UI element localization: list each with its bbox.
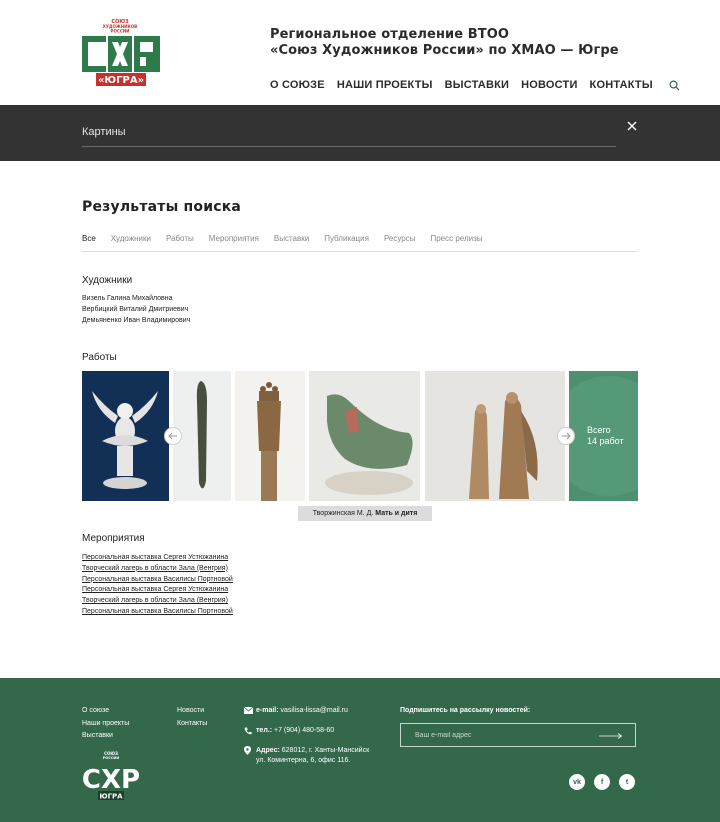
works-total-label: Всего xyxy=(587,425,611,435)
event-link[interactable]: Творческий лагерь в области Зала (Венгри… xyxy=(82,596,233,607)
mail-icon xyxy=(243,706,256,716)
arrow-left-icon xyxy=(168,432,177,440)
svg-text:ЮГРА: ЮГРА xyxy=(99,793,123,801)
phone-icon xyxy=(244,727,256,737)
result-tabs: Все Художники Работы Мероприятия Выставк… xyxy=(82,233,637,252)
events-list: Персональная выставка Сергея Устюжанина … xyxy=(82,553,233,618)
event-link[interactable]: Персональная выставка Сергея Устюжанина xyxy=(82,553,233,564)
arrow-right-icon[interactable] xyxy=(599,733,623,739)
svg-text:СХР: СХР xyxy=(82,765,140,795)
nav-projects[interactable]: НАШИ ПРОЕКТЫ xyxy=(337,79,433,91)
footer-link-about[interactable]: О союзе xyxy=(82,705,129,718)
twitter-icon[interactable]: t xyxy=(619,774,635,790)
page-title: Результаты поиска xyxy=(82,199,242,215)
arrow-right-icon xyxy=(562,432,571,440)
facebook-icon[interactable]: f xyxy=(594,774,610,790)
search-icon[interactable] xyxy=(669,79,680,91)
footer-link-contacts[interactable]: Контакты xyxy=(177,718,207,731)
carousel-prev-button[interactable] xyxy=(164,427,182,445)
tab-works[interactable]: Работы xyxy=(166,233,194,251)
tab-publications[interactable]: Публикация xyxy=(324,233,369,251)
facebook-label: f xyxy=(600,778,604,786)
footer-link-exhibitions[interactable]: Выставки xyxy=(82,730,129,743)
search-input[interactable] xyxy=(82,117,616,147)
tab-events[interactable]: Мероприятия xyxy=(209,233,259,251)
svg-text:«ЮГРА»: «ЮГРА» xyxy=(98,75,144,86)
vk-icon[interactable]: vk xyxy=(569,774,585,790)
work-caption-author: Творжинская М. Д. xyxy=(312,510,374,517)
close-icon[interactable] xyxy=(626,120,638,132)
nav-news[interactable]: НОВОСТИ xyxy=(521,79,577,91)
footer-nav-col2: Новости Контакты xyxy=(177,705,207,730)
work-caption-title: Мать и дитя xyxy=(375,510,418,517)
footer-phone: тел.: +7 (904) 480-58-60 xyxy=(244,727,334,737)
carousel-next-button[interactable] xyxy=(557,427,575,445)
footer-email: e-mail: vasilisa-lissa@mail.ru xyxy=(243,706,348,716)
tab-exhibitions[interactable]: Выставки xyxy=(274,233,309,251)
phone-label: тел.: xyxy=(256,727,273,734)
address-line1: 628012, г. Ханты-Мансийск xyxy=(281,747,370,754)
site-header: СОЮЗ ХУДОЖНИКОВ РОССИИ «ЮГРА» Региональн… xyxy=(0,0,720,105)
work-thumb[interactable] xyxy=(235,371,305,501)
work-thumb[interactable] xyxy=(82,371,169,501)
footer-link-news[interactable]: Новости xyxy=(177,705,207,718)
subscribe-form xyxy=(400,723,636,747)
tab-artists[interactable]: Художники xyxy=(111,233,151,251)
email-value[interactable]: vasilisa-lissa@mail.ru xyxy=(281,707,348,716)
works-total: Всего 14 работ xyxy=(587,425,624,447)
event-link[interactable]: Персональная выставка Василисы Портновой xyxy=(82,575,233,586)
footer-nav-col1: О союзе Наши проекты Выставки xyxy=(82,705,129,743)
nav-exhibitions[interactable]: ВЫСТАВКИ xyxy=(445,79,510,91)
svg-text:РОССИИ: РОССИИ xyxy=(103,756,120,760)
tab-resources[interactable]: Ресурсы xyxy=(384,233,416,251)
subscribe-email-input[interactable] xyxy=(415,729,585,741)
logo[interactable]: СОЮЗ ХУДОЖНИКОВ РОССИИ «ЮГРА» xyxy=(82,17,160,89)
search-panel xyxy=(0,105,720,161)
artist-link[interactable]: Визель Галина Михайловна xyxy=(82,293,190,304)
twitter-label: t xyxy=(625,778,629,786)
email-label: e-mail: xyxy=(256,707,279,714)
svg-text:РОССИИ: РОССИИ xyxy=(111,29,130,34)
event-link[interactable]: Творческий лагерь в области Зала (Венгри… xyxy=(82,564,233,575)
org-title-line1: Региональное отделение ВТОО xyxy=(270,27,510,42)
event-link[interactable]: Персональная выставка Сергея Устюжанина xyxy=(82,585,233,596)
artist-link[interactable]: Демьяненко Иван Владимирович xyxy=(82,315,190,326)
work-thumb[interactable] xyxy=(425,371,565,501)
main-nav: О СОЮЗЕ НАШИ ПРОЕКТЫ ВЫСТАВКИ НОВОСТИ КО… xyxy=(270,79,680,91)
tab-all[interactable]: Все xyxy=(82,233,96,251)
footer-link-projects[interactable]: Наши проекты xyxy=(82,718,129,731)
vk-label: vk xyxy=(573,778,581,786)
org-title-line2: «Союз Художников России» по ХМАО — Югре xyxy=(270,43,619,58)
address-label: Адрес: xyxy=(256,747,280,754)
artists-list: Визель Галина Михайловна Вербицкий Витал… xyxy=(82,293,190,326)
phone-value[interactable]: +7 (904) 480-58-60 xyxy=(274,727,334,737)
tab-press[interactable]: Пресс релизы xyxy=(430,233,482,251)
nav-about[interactable]: О СОЮЗЕ xyxy=(270,79,325,91)
footer-address: Адрес: 628012, г. Ханты-Мансийск ул. Ком… xyxy=(244,746,369,766)
events-section-title: Мероприятия xyxy=(82,533,145,544)
footer-logo[interactable]: СОЮЗ РОССИИ СХР ЮГРА xyxy=(82,750,140,802)
address-line2: ул. Коминтерна, 6, офис 116. xyxy=(256,757,351,764)
work-thumb[interactable] xyxy=(309,371,420,501)
nav-contacts[interactable]: КОНТАКТЫ xyxy=(590,79,653,91)
location-pin-icon xyxy=(244,746,256,766)
artist-link[interactable]: Вербицкий Виталий Дмитриевич xyxy=(82,304,190,315)
works-total-count: 14 работ xyxy=(587,436,624,446)
work-caption: Творжинская М. Д. Мать и дитя xyxy=(298,506,432,521)
site-footer: О союзе Наши проекты Выставки Новости Ко… xyxy=(0,678,720,822)
artists-section-title: Художники xyxy=(82,275,133,286)
subscribe-title: Подпишитесь на рассылку новостей: xyxy=(400,707,531,714)
event-link[interactable]: Персональная выставка Василисы Портновой xyxy=(82,607,233,618)
org-title: Региональное отделение ВТОО «Союз Художн… xyxy=(270,27,650,59)
works-section-title: Работы xyxy=(82,352,117,363)
